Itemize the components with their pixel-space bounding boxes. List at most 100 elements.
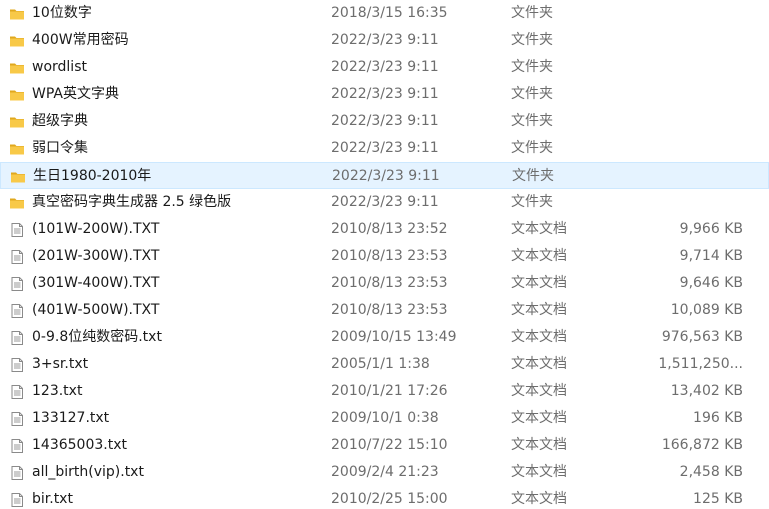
file-name: 生日1980-2010年 [33,168,152,184]
file-type: 文件夹 [511,194,553,210]
file-row[interactable]: (101W-200W).TXT 2010/8/13 23:52 文本文档 9,966 … [0,216,769,243]
folder-icon [10,169,26,185]
file-type: 文本文档 [511,275,567,291]
file-name: WPA英文字典 [32,86,119,102]
folder-icon [9,87,25,103]
folder-icon [9,6,25,22]
file-row[interactable]: 0-9.8位纯数密码.txt 2009/10/15 13:49 文本文档 976,56… [0,324,769,351]
folder-icon [9,60,25,76]
file-type: 文本文档 [511,248,567,264]
text-file-icon [9,411,25,427]
file-type: 文本文档 [511,410,567,426]
file-modified-date: 2022/3/23 9:11 [331,86,439,102]
file-size: 9,646 KB [679,275,743,291]
file-name: (101W-200W).TXT [32,221,160,237]
file-type: 文本文档 [511,491,567,507]
file-type: 文本文档 [511,437,567,453]
file-modified-date: 2005/1/1 1:38 [331,356,430,372]
file-modified-date: 2022/3/23 9:11 [332,168,440,184]
file-modified-date: 2010/8/13 23:52 [331,221,448,237]
file-row[interactable]: all_birth(vip).txt 2009/2/4 21:23 文本文档 2,45… [0,459,769,486]
file-row[interactable]: 生日1980-2010年 2022/3/23 9:11 文件夹 [0,162,769,189]
file-name: 10位数字 [32,5,92,21]
file-name: 弱口令集 [32,140,88,156]
file-modified-date: 2018/3/15 16:35 [331,5,448,21]
file-row[interactable]: 3+sr.txt 2005/1/1 1:38 文本文档 1,511,250... [0,351,769,378]
file-name: wordlist [32,59,87,75]
file-modified-date: 2010/7/22 15:10 [331,437,448,453]
file-size: 9,714 KB [679,248,743,264]
file-row[interactable]: WPA英文字典 2022/3/23 9:11 文件夹 [0,81,769,108]
file-row[interactable]: 10位数字 2018/3/15 16:35 文件夹 [0,0,769,27]
file-type: 文本文档 [511,356,567,372]
file-row[interactable]: (401W-500W).TXT 2010/8/13 23:53 文本文档 10,089… [0,297,769,324]
file-type: 文本文档 [511,221,567,237]
file-type: 文件夹 [511,140,553,156]
text-file-icon [9,384,25,400]
file-type: 文件夹 [511,5,553,21]
text-file-icon [9,438,25,454]
file-modified-date: 2010/8/13 23:53 [331,275,448,291]
file-name: 真空密码字典生成器 2.5 绿色版 [32,194,232,210]
file-type: 文件夹 [511,86,553,102]
folder-icon [9,141,25,157]
file-row[interactable]: 123.txt 2010/1/21 17:26 文本文档 13,402 KB [0,378,769,405]
file-name: 0-9.8位纯数密码.txt [32,329,162,345]
file-modified-date: 2010/2/25 15:00 [331,491,448,507]
text-file-icon [9,465,25,481]
text-file-icon [9,276,25,292]
file-row[interactable]: 真空密码字典生成器 2.5 绿色版 2022/3/23 9:11 文件夹 [0,189,769,216]
file-size: 9,966 KB [679,221,743,237]
file-type: 文本文档 [511,383,567,399]
file-type: 文件夹 [511,32,553,48]
file-type: 文本文档 [511,302,567,318]
file-size: 10,089 KB [670,302,743,318]
file-size: 2,458 KB [679,464,743,480]
file-name: (401W-500W).TXT [32,302,160,318]
file-size [620,189,743,216]
text-file-icon [9,357,25,373]
file-row[interactable]: 超级字典 2022/3/23 9:11 文件夹 [0,108,769,135]
file-modified-date: 2009/10/1 0:38 [331,410,439,426]
file-modified-date: 2022/3/23 9:11 [331,194,439,210]
file-list: 10位数字 2018/3/15 16:35 文件夹 400W常用密码 2022/3/23… [0,0,769,509]
file-modified-date: 2022/3/23 9:11 [331,113,439,129]
text-file-icon [9,249,25,265]
file-row[interactable]: 弱口令集 2022/3/23 9:11 文件夹 [0,135,769,162]
file-size [620,54,743,81]
file-type: 文本文档 [511,464,567,480]
file-name: 133127.txt [32,410,110,426]
file-name: 3+sr.txt [32,356,89,372]
text-file-icon [9,222,25,238]
file-name: all_birth(vip).txt [32,464,144,480]
file-modified-date: 2010/1/21 17:26 [331,383,448,399]
file-row[interactable]: 400W常用密码 2022/3/23 9:11 文件夹 [0,27,769,54]
file-modified-date: 2022/3/23 9:11 [331,59,439,75]
file-name: 超级字典 [32,113,88,129]
file-type: 文件夹 [512,168,554,184]
file-size: 976,563 KB [661,329,743,345]
folder-icon [9,114,25,130]
file-name: (301W-400W).TXT [32,275,160,291]
file-modified-date: 2010/8/13 23:53 [331,302,448,318]
file-name: bir.txt [32,491,73,507]
file-modified-date: 2009/2/4 21:23 [331,464,439,480]
file-size [620,0,743,27]
file-size: 166,872 KB [661,437,743,453]
file-row[interactable]: bir.txt 2010/2/25 15:00 文本文档 125 KB [0,486,769,509]
file-size: 125 KB [693,491,743,507]
file-row[interactable]: 14365003.txt 2010/7/22 15:10 文本文档 166,872 K… [0,432,769,459]
file-size [620,27,743,54]
file-modified-date: 2022/3/23 9:11 [331,140,439,156]
file-row[interactable]: (201W-300W).TXT 2010/8/13 23:53 文本文档 9,714 … [0,243,769,270]
file-name: (201W-300W).TXT [32,248,160,264]
file-size [620,135,743,162]
text-file-icon [9,330,25,346]
file-row[interactable]: wordlist 2022/3/23 9:11 文件夹 [0,54,769,81]
file-size: 1,511,250... [658,356,743,372]
file-row[interactable]: (301W-400W).TXT 2010/8/13 23:53 文本文档 9,646 … [0,270,769,297]
file-modified-date: 2010/8/13 23:53 [331,248,448,264]
file-size: 196 KB [693,410,743,426]
file-row[interactable]: 133127.txt 2009/10/1 0:38 文本文档 196 KB [0,405,769,432]
file-type: 文件夹 [511,59,553,75]
